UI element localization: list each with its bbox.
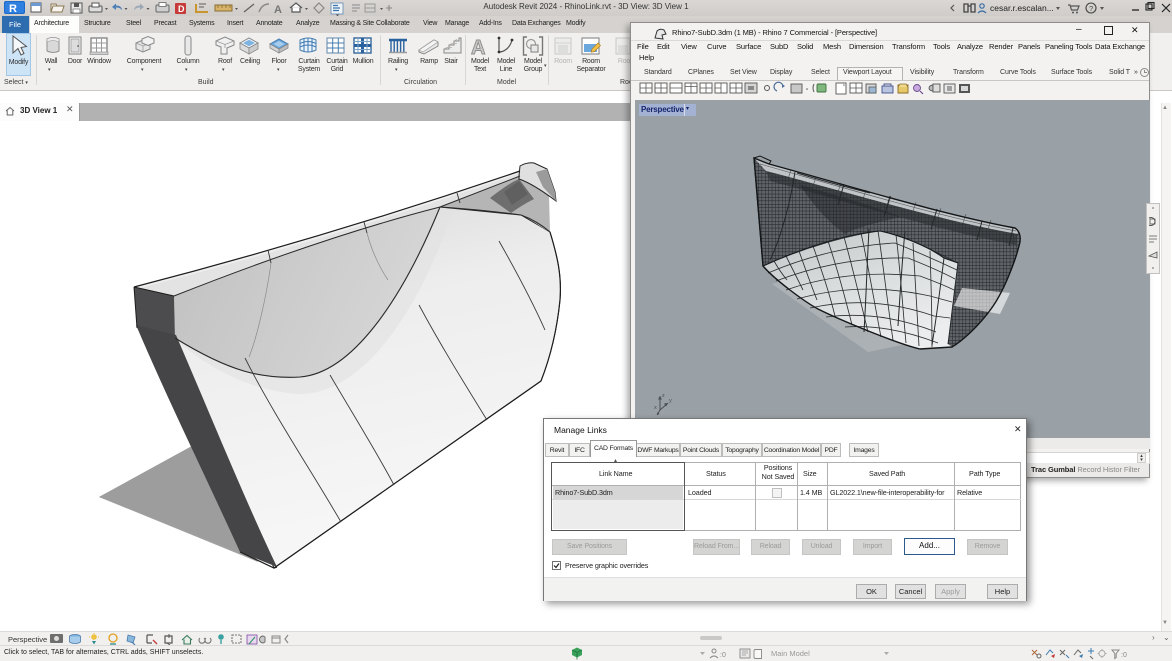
svg-text:A: A xyxy=(471,37,485,57)
svg-text:cesar.r.escalan...: cesar.r.escalan... xyxy=(990,3,1054,13)
svg-text:Main Model: Main Model xyxy=(771,649,810,658)
svg-text:x: x xyxy=(654,405,657,411)
svg-text:z: z xyxy=(662,393,665,399)
svg-text:A: A xyxy=(274,4,282,16)
svg-text:D: D xyxy=(178,4,185,14)
svg-text:R: R xyxy=(9,3,17,15)
svg-text::0: :0 xyxy=(720,652,726,659)
svg-text::0: :0 xyxy=(1121,652,1127,659)
svg-text:?: ? xyxy=(1089,4,1093,13)
svg-text:y: y xyxy=(669,398,672,404)
